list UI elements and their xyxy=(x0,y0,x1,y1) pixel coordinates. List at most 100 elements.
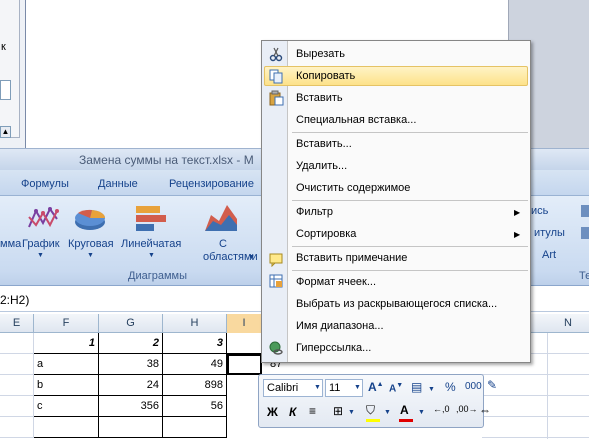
chevron-down-icon[interactable]: ▼ xyxy=(384,409,391,416)
table-cell[interactable] xyxy=(163,417,227,438)
context-menu xyxy=(261,40,531,363)
menu-item-filter[interactable]: Фильтр xyxy=(296,206,333,218)
format-cells-icon xyxy=(269,274,283,288)
chevron-down-icon[interactable]: ▼ xyxy=(418,409,425,416)
chevron-down-icon[interactable]: ▼ xyxy=(348,409,355,416)
fill-color-icon[interactable]: ⛉ xyxy=(366,403,375,418)
table-cell[interactable]: 56 xyxy=(163,396,227,417)
menu-separator xyxy=(292,132,528,133)
format-painter-icon[interactable]: ✎ xyxy=(487,378,497,392)
chevron-down-icon[interactable]: ▼ xyxy=(148,252,155,259)
chevron-down-icon[interactable]: ▼ xyxy=(354,384,361,391)
table-cell[interactable] xyxy=(227,333,262,354)
chevron-down-icon[interactable]: ▼ xyxy=(248,254,255,261)
column-header-e[interactable]: E xyxy=(0,314,34,333)
grow-font-icon[interactable]: A▲ xyxy=(368,380,384,394)
table-cell[interactable]: 1 xyxy=(34,333,99,354)
group-label-charts: Диаграммы xyxy=(128,270,187,282)
table-cell[interactable]: a xyxy=(34,354,99,375)
dialog-input[interactable] xyxy=(0,80,11,100)
table-cell[interactable] xyxy=(34,417,99,438)
chart-button-label-bar[interactable]: Линейчатая xyxy=(121,238,181,250)
menu-item-clear-contents[interactable]: Очистить содержимое xyxy=(296,182,410,194)
copy-icon xyxy=(269,69,283,84)
column-header-h[interactable]: H xyxy=(163,314,227,333)
table-cell[interactable] xyxy=(99,417,163,438)
hyperlink-icon xyxy=(269,341,283,355)
table-cell[interactable]: b xyxy=(34,375,99,396)
table-cell[interactable]: 38 xyxy=(99,354,163,375)
column-header-i[interactable]: I xyxy=(227,314,262,333)
chart-button-label-0[interactable]: мма xyxy=(0,238,21,250)
excel-screen: к ▲ Замена суммы на текст.xlsx - М Форму… xyxy=(0,0,589,439)
borders-icon[interactable]: ⊞ xyxy=(333,404,343,418)
table-cell[interactable]: 49 xyxy=(163,354,227,375)
area-chart-icon[interactable] xyxy=(203,201,239,233)
chevron-down-icon[interactable]: ▼ xyxy=(37,252,44,259)
menu-item-copy[interactable]: Копировать xyxy=(296,70,355,82)
ribbon-right-item-1[interactable]: ись xyxy=(531,205,548,217)
ribbon-right-item-3[interactable]: Art xyxy=(542,249,556,261)
tab-formulas[interactable]: Формулы xyxy=(21,178,69,190)
menu-item-paste-special[interactable]: Специальная вставка... xyxy=(296,114,416,126)
pie-chart-icon[interactable] xyxy=(72,205,108,233)
table-cell[interactable]: c xyxy=(34,396,99,417)
percent-style-button[interactable]: % xyxy=(445,380,456,394)
table-cell[interactable] xyxy=(0,354,34,375)
table-cell[interactable] xyxy=(0,396,34,417)
menu-item-name-range[interactable]: Имя диапазона... xyxy=(296,320,384,332)
menu-item-insert-comment[interactable]: Вставить примечание xyxy=(296,252,407,264)
dialog-body xyxy=(0,0,20,138)
chart-button-label-pie[interactable]: Круговая xyxy=(68,238,114,250)
align-center-icon[interactable]: ≡ xyxy=(309,404,316,418)
table-cell[interactable] xyxy=(227,354,262,375)
chevron-down-icon[interactable]: ▼ xyxy=(428,386,435,393)
column-header-n[interactable]: N xyxy=(547,314,589,333)
tab-data[interactable]: Данные xyxy=(98,178,138,190)
thousands-separator-button[interactable]: 000 xyxy=(465,381,482,392)
table-cell[interactable]: 356 xyxy=(99,396,163,417)
grid-line xyxy=(547,333,548,439)
shrink-font-icon[interactable]: A▼ xyxy=(389,382,403,394)
chevron-down-icon[interactable]: ▼ xyxy=(87,252,94,259)
table-cell[interactable] xyxy=(0,375,34,396)
dialog-scroll-button[interactable]: ▲ xyxy=(0,126,11,138)
table-cell[interactable]: 3 xyxy=(163,333,227,354)
menu-item-insert[interactable]: Вставить... xyxy=(296,138,352,150)
table-cell[interactable] xyxy=(0,417,34,438)
italic-button[interactable]: К xyxy=(289,405,296,419)
menu-item-hyperlink[interactable]: Гиперссылка... xyxy=(296,342,371,354)
font-color-swatch xyxy=(399,419,413,422)
menu-item-pick-from-list[interactable]: Выбрать из раскрывающегося списка... xyxy=(296,298,497,310)
chart-button-label-area-1[interactable]: С xyxy=(219,238,227,250)
table-cell[interactable]: 24 xyxy=(99,375,163,396)
ribbon-right-icon[interactable] xyxy=(581,227,589,239)
table-cell[interactable] xyxy=(0,333,34,354)
menu-separator xyxy=(292,270,528,271)
menu-item-cut[interactable]: Вырезать xyxy=(296,48,345,60)
merge-center-icon[interactable]: ⇔ xyxy=(479,403,491,417)
line-chart-icon[interactable] xyxy=(27,203,61,233)
table-cell[interactable]: 898 xyxy=(163,375,227,396)
decrease-decimal-icon[interactable]: ,00→ xyxy=(456,404,478,414)
menu-item-sort[interactable]: Сортировка xyxy=(296,228,356,240)
increase-decimal-icon[interactable]: ←,0 xyxy=(433,404,450,414)
bar-chart-icon[interactable] xyxy=(133,203,169,233)
bold-button[interactable]: Ж xyxy=(267,405,278,419)
ribbon-right-item-2[interactable]: итулы xyxy=(534,227,565,239)
menu-item-paste[interactable]: Вставить xyxy=(296,92,343,104)
menu-item-format-cells[interactable]: Формат ячеек... xyxy=(296,276,376,288)
column-header-g[interactable]: G xyxy=(99,314,163,333)
tab-review[interactable]: Рецензирование xyxy=(169,178,254,190)
font-color-icon[interactable]: A xyxy=(400,403,409,417)
menu-separator xyxy=(292,246,528,247)
formula-text[interactable]: 2:H2) xyxy=(0,293,29,307)
ribbon-right-icon[interactable] xyxy=(581,205,589,217)
menu-item-delete[interactable]: Удалить... xyxy=(296,160,347,172)
column-header-f[interactable]: F xyxy=(34,314,99,333)
chevron-down-icon[interactable]: ▼ xyxy=(314,384,321,391)
table-cell[interactable]: 2 xyxy=(99,333,163,354)
fill-color-swatch xyxy=(366,419,380,422)
currency-format-icon[interactable]: ▤ xyxy=(411,380,422,394)
chart-button-label-line[interactable]: График xyxy=(22,238,60,250)
